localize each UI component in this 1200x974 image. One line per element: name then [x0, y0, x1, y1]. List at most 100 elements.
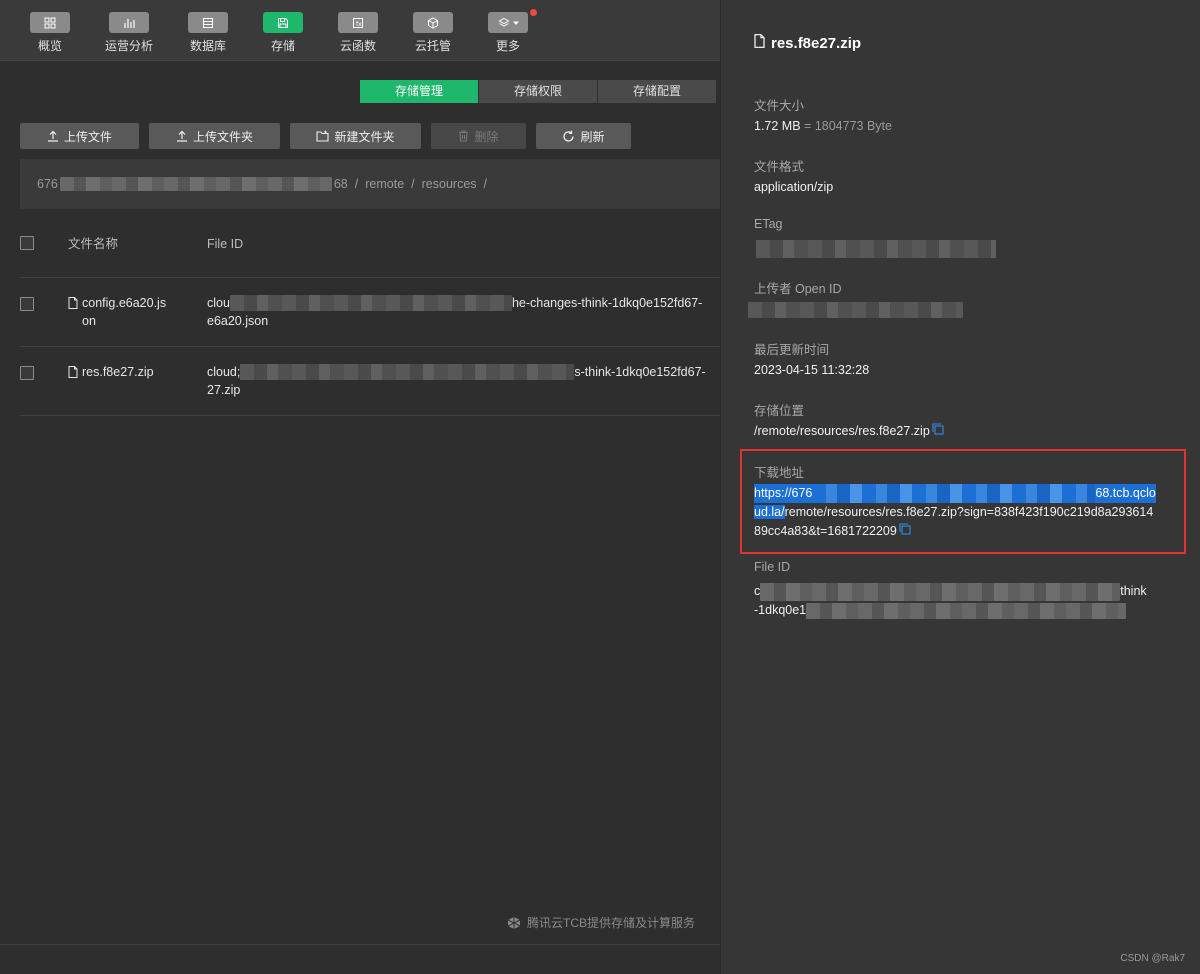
- file-name-cell[interactable]: res.f8e27.zip: [68, 363, 178, 383]
- download-url-part: 89cc4a83&t=1681722209: [754, 524, 897, 538]
- nav-label: 云函数: [339, 39, 376, 53]
- size-value: 1.72 MB = 1804773 Byte: [754, 117, 1174, 136]
- database-icon: [188, 12, 228, 33]
- table-row[interactable]: config.e6a20.js on clou he-changes-think-…: [20, 278, 720, 347]
- table-header: 文件名称 File ID: [20, 209, 720, 278]
- download-url-part: 68.tcb.qclo: [1095, 484, 1156, 503]
- location-value: /remote/resources/res.f8e27.zip: [754, 422, 1174, 441]
- file-name-cell[interactable]: config.e6a20.js on: [68, 294, 178, 330]
- tab-storage-permissions[interactable]: 存储权限: [479, 80, 597, 103]
- upload-file-button[interactable]: 上传文件: [20, 123, 139, 149]
- etag-value: [754, 240, 1174, 264]
- new-folder-button[interactable]: 新建文件夹: [290, 123, 421, 149]
- file-icon: [68, 365, 78, 383]
- nav-label: 云托管: [414, 39, 451, 53]
- nav-label: 更多: [495, 39, 520, 53]
- footer-divider: [0, 944, 720, 945]
- size-bytes: = 1804773 Byte: [804, 119, 892, 133]
- breadcrumb-separator: /: [411, 177, 415, 191]
- nav-item-analytics[interactable]: 运营分析: [99, 12, 159, 54]
- file-name: config.e6a20.js: [82, 296, 167, 310]
- download-url-value[interactable]: https://676 68.tcb.qclo ud.la/remote/res…: [754, 484, 1179, 541]
- file-id-label: File ID: [754, 560, 791, 574]
- nav-item-hosting[interactable]: 云托管: [403, 12, 463, 54]
- download-url-part: ud.la/: [754, 505, 785, 519]
- function-icon: fx: [338, 12, 378, 33]
- download-url-part: remote/resources/res.f8e27.zip?sign=838f…: [784, 505, 1154, 519]
- download-url-part: https://676: [754, 484, 813, 503]
- save-icon: [263, 12, 303, 33]
- notification-dot: [530, 9, 537, 16]
- refresh-button[interactable]: 刷新: [536, 123, 631, 149]
- select-all-checkbox[interactable]: [20, 236, 34, 250]
- file-icon: [754, 34, 765, 52]
- updated-value: 2023-04-15 11:32:28: [754, 363, 870, 377]
- panel-title: res.f8e27.zip: [754, 34, 861, 52]
- upload-file-label: 上传文件: [63, 129, 112, 144]
- layers-icon: [488, 9, 537, 33]
- file-id-part: think: [1120, 584, 1147, 598]
- folder-plus-icon: [316, 130, 330, 142]
- nav-item-more[interactable]: 更多: [478, 9, 538, 54]
- upload-icon: [47, 130, 59, 142]
- storage-tabs: 存储管理 存储权限 存储配置: [360, 80, 717, 103]
- redacted-file-id: [806, 602, 1127, 619]
- redacted-file-id: [229, 295, 512, 311]
- uploader-value: [748, 302, 1174, 324]
- file-id-suffix: s-think-1dkq0e152fd67-: [574, 365, 706, 379]
- etag-label: ETag: [754, 217, 783, 231]
- file-name-wrap: on: [82, 314, 96, 328]
- redacted-file-id: [760, 582, 1121, 601]
- caret-down-icon: [512, 21, 519, 25]
- breadcrumb-env-suffix[interactable]: 68: [334, 177, 348, 191]
- location-label: 存储位置: [754, 404, 805, 418]
- format-label: 文件格式: [754, 160, 805, 174]
- table-row[interactable]: res.f8e27.zip cloud; s-think-1dkq0e152fd…: [20, 347, 720, 416]
- delete-button[interactable]: 删除: [431, 123, 526, 149]
- svg-text:fx: fx: [356, 21, 362, 28]
- tab-storage-management[interactable]: 存储管理: [360, 80, 478, 103]
- size-label: 文件大小: [754, 99, 805, 113]
- footer-brand: 腾讯云TCB提供存储及计算服务: [506, 914, 695, 931]
- breadcrumb: 676 68 / remote / resources /: [20, 159, 720, 209]
- breadcrumb-separator: /: [354, 177, 359, 191]
- breadcrumb-env-prefix[interactable]: 676: [37, 177, 58, 191]
- refresh-label: 刷新: [580, 129, 605, 144]
- nav-item-storage[interactable]: 存储: [253, 12, 313, 54]
- breadcrumb-remote[interactable]: remote: [365, 177, 404, 191]
- file-name: res.f8e27.zip: [82, 365, 154, 379]
- upload-folder-button[interactable]: 上传文件夹: [149, 123, 280, 149]
- grid-icon: [30, 12, 70, 33]
- file-icon: [68, 296, 78, 330]
- file-id-cell: cloud; s-think-1dkq0e152fd67- 27.zip: [207, 363, 720, 399]
- size-mb: 1.72 MB: [754, 119, 801, 133]
- file-id-part: -1dkq0e1: [754, 603, 807, 617]
- panel-title-text: res.f8e27.zip: [771, 34, 862, 52]
- row-checkbox[interactable]: [20, 366, 34, 380]
- nav-item-overview[interactable]: 概览: [20, 12, 80, 54]
- redacted-etag: [756, 240, 996, 258]
- redacted-download-host: [812, 484, 1096, 503]
- copy-icon[interactable]: [899, 522, 911, 541]
- file-id-wrap: 27.zip: [207, 383, 241, 397]
- nav-item-database[interactable]: 数据库: [178, 12, 238, 54]
- new-folder-label: 新建文件夹: [334, 129, 395, 144]
- download-label: 下载地址: [754, 466, 805, 480]
- copy-icon[interactable]: [932, 422, 944, 441]
- tab-storage-config[interactable]: 存储配置: [598, 80, 716, 103]
- file-id-cell: clou he-changes-think-1dkq0e152fd67- e6a…: [207, 294, 720, 330]
- refresh-icon: [562, 130, 575, 143]
- top-nav: 概览 运营分析 数据库 存储 fx 云函数 云托管 更多: [0, 0, 720, 61]
- breadcrumb-resources[interactable]: resources: [422, 177, 477, 191]
- file-id-prefix: clou: [207, 296, 230, 310]
- redacted-open-id: [748, 302, 963, 318]
- row-checkbox[interactable]: [20, 297, 34, 311]
- cube-icon: [413, 12, 453, 33]
- nav-item-functions[interactable]: fx 云函数: [328, 12, 388, 54]
- breadcrumb-separator: /: [483, 177, 488, 191]
- nav-label: 数据库: [189, 39, 226, 53]
- updated-label: 最后更新时间: [754, 343, 830, 357]
- footer-brand-text: 腾讯云TCB提供存储及计算服务: [527, 916, 696, 930]
- uploader-label: 上传者 Open ID: [754, 282, 842, 296]
- nav-label: 运营分析: [104, 39, 153, 53]
